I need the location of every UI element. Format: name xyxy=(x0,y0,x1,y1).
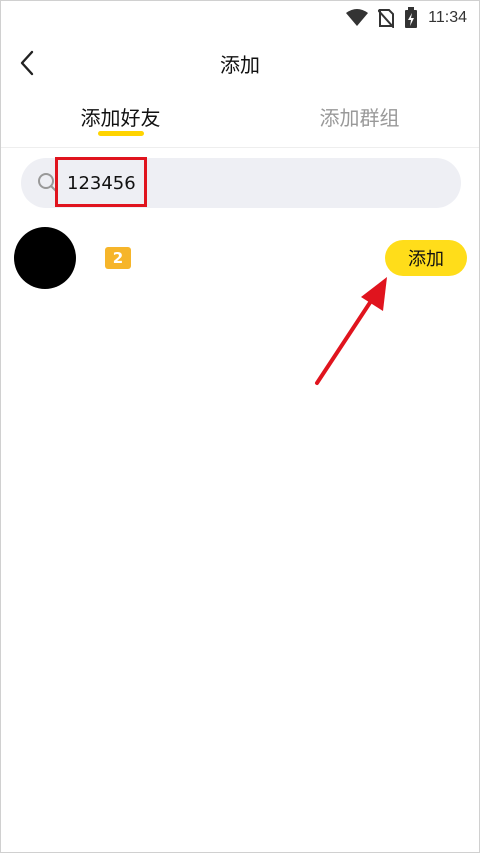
tab-add-friend[interactable]: 添加好友 xyxy=(1,97,240,143)
divider xyxy=(1,147,479,148)
back-button[interactable] xyxy=(9,45,45,81)
tab-bar: 添加好友 添加群组 xyxy=(1,97,479,143)
search-result-row: 2 添加 xyxy=(1,227,479,289)
battery-charging-icon xyxy=(405,7,418,28)
annotation-arrow xyxy=(315,277,387,385)
search-box[interactable] xyxy=(21,157,461,208)
tab-label: 添加群组 xyxy=(319,106,400,130)
wifi-icon xyxy=(346,9,369,26)
tab-add-group[interactable]: 添加群组 xyxy=(240,97,479,143)
status-time: 11:34 xyxy=(428,9,467,26)
highlight-box xyxy=(55,157,147,207)
chevron-left-icon xyxy=(20,50,34,76)
page-title: 添加 xyxy=(220,52,260,77)
active-tab-indicator xyxy=(97,131,144,136)
status-bar: 11:34 xyxy=(1,1,479,35)
avatar[interactable] xyxy=(14,227,76,289)
level-badge: 2 xyxy=(105,247,131,269)
nav-bar: 添加 xyxy=(1,39,479,87)
no-sim-icon xyxy=(378,9,395,28)
